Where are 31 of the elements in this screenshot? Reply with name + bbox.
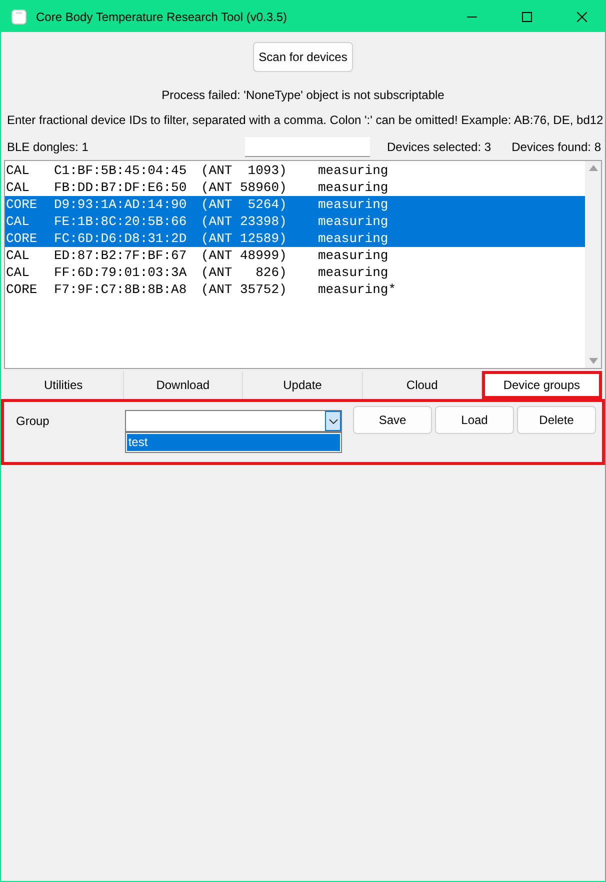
device-row[interactable]: CAL C1:BF:5B:45:04:45 (ANT 1093) measuring bbox=[5, 162, 585, 179]
device-row[interactable]: CORE FC:6D:D6:D8:31:2D (ANT 12589) measuring bbox=[5, 230, 585, 247]
device-row[interactable]: CAL FE:1B:8C:20:5B:66 (ANT 23398) measuring bbox=[5, 213, 585, 230]
tab[interactable]: Device groups bbox=[482, 371, 602, 399]
scan-button[interactable]: Scan for devices bbox=[253, 42, 353, 72]
device-row[interactable]: CAL FF:6D:79:01:03:3A (ANT 826) measuring bbox=[5, 264, 585, 281]
window-title: Core Body Temperature Research Tool (v0.3.5) bbox=[36, 10, 288, 24]
dropdown-option[interactable]: test bbox=[127, 434, 340, 451]
group-dropdown[interactable] bbox=[125, 410, 342, 432]
tab[interactable]: Download bbox=[124, 371, 244, 399]
group-action-button[interactable]: Save bbox=[353, 406, 432, 434]
maximize-icon bbox=[522, 12, 532, 22]
ble-dongles-count: BLE dongles: 1 bbox=[6, 140, 87, 154]
scrollbar[interactable] bbox=[585, 161, 601, 368]
device-row[interactable]: CAL ED:87:B2:7F:BF:67 (ANT 48999) measuring bbox=[5, 247, 585, 264]
group-label: Group bbox=[16, 413, 50, 428]
devices-found-count: Devices found: 8 bbox=[512, 140, 602, 154]
device-row[interactable]: CORE D9:93:1A:AD:14:90 (ANT 5264) measuring bbox=[5, 196, 585, 213]
filter-input[interactable] bbox=[245, 137, 370, 157]
status-message: Process failed: 'NoneType' object is not subscriptable bbox=[160, 88, 446, 102]
group-action-button[interactable]: Load bbox=[435, 406, 514, 434]
group-action-button[interactable]: Delete bbox=[517, 406, 596, 434]
devices-selected-count: Devices selected: 3 bbox=[387, 140, 492, 154]
device-row[interactable]: CORE F7:9F:C7:8B:8B:A8 (ANT 35752) measuring* bbox=[5, 281, 585, 298]
caret-icon[interactable] bbox=[325, 411, 341, 431]
scroll-down-icon[interactable] bbox=[588, 358, 598, 364]
scroll-up-icon[interactable] bbox=[588, 165, 598, 171]
close-icon bbox=[577, 12, 587, 22]
device-row[interactable]: CAL FB:DD:B7:DF:E6:50 (ANT 58960) measuring bbox=[5, 179, 585, 196]
filter-hint: Enter fractional device IDs to filter, separated with a comma. Colon ':' can be omitted! Example: AB:76, DE, bd12 bbox=[6, 113, 602, 127]
app-icon bbox=[11, 8, 27, 24]
